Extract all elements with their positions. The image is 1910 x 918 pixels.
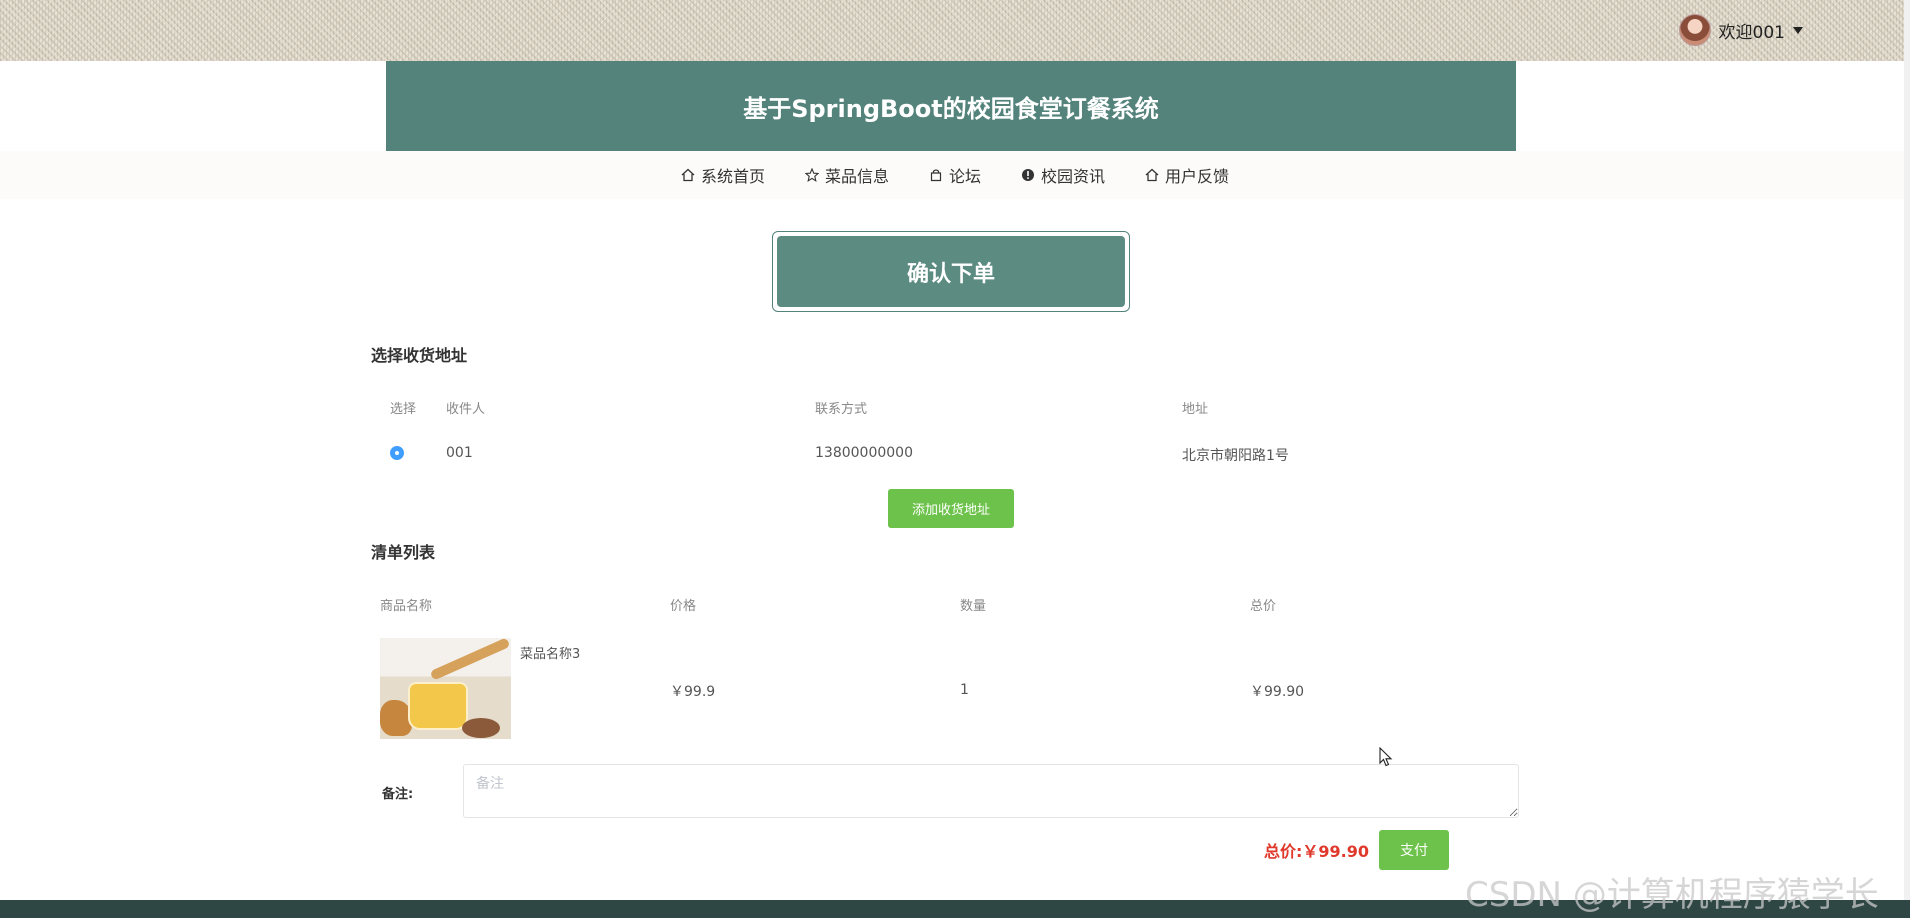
- nav-item-home[interactable]: 系统首页: [681, 163, 765, 187]
- nav-item-label: 系统首页: [700, 167, 765, 186]
- page-title-badge: 确认下单: [772, 231, 1130, 312]
- order-header-total: 总价: [1250, 599, 1277, 614]
- total-value: ￥99.90: [1302, 842, 1370, 861]
- address-header-select: 选择: [390, 402, 417, 417]
- nav-item-feedback[interactable]: 用户反馈: [1145, 163, 1229, 187]
- home-icon: [1145, 168, 1159, 182]
- total-label: 总价:: [1264, 842, 1303, 861]
- top-bar: [0, 0, 1910, 61]
- main-nav: 系统首页 菜品信息 论坛 校园资讯 用户反馈: [0, 151, 1910, 199]
- address-text: 北京市朝阳路1号: [1182, 448, 1289, 464]
- dish-image: [380, 638, 511, 739]
- user-menu[interactable]: 欢迎001: [1678, 13, 1803, 47]
- order-section-title: 清单列表: [371, 543, 436, 562]
- dish-quantity: 1: [960, 682, 969, 698]
- address-header-address: 地址: [1182, 402, 1209, 417]
- pay-button[interactable]: 支付: [1379, 830, 1449, 870]
- nav-item-forum[interactable]: 论坛: [929, 163, 981, 187]
- dish-name: 菜品名称3: [520, 647, 581, 662]
- nav-item-label: 论坛: [948, 167, 981, 186]
- mouse-cursor-icon: [1379, 747, 1393, 767]
- nav-item-news[interactable]: 校园资讯: [1021, 163, 1105, 187]
- address-radio[interactable]: [390, 446, 404, 460]
- site-banner: 基于SpringBoot的校园食堂订餐系统: [386, 61, 1516, 151]
- chevron-down-icon[interactable]: [1793, 26, 1803, 34]
- site-title: 基于SpringBoot的校园食堂订餐系统: [743, 94, 1159, 123]
- page-title: 确认下单: [777, 236, 1125, 307]
- nav-item-dishes[interactable]: 菜品信息: [804, 163, 889, 187]
- address-section-title: 选择收货地址: [371, 346, 468, 365]
- scrollbar[interactable]: [1904, 0, 1910, 900]
- home-icon: [681, 168, 695, 182]
- address-header-phone: 联系方式: [815, 402, 868, 417]
- add-address-button[interactable]: 添加收货地址: [888, 489, 1014, 528]
- nav-item-label: 菜品信息: [824, 167, 889, 186]
- star-icon: [804, 168, 819, 182]
- user-greeting[interactable]: 欢迎001: [1719, 18, 1785, 43]
- address-header-receiver: 收件人: [446, 402, 486, 417]
- address-receiver: 001: [446, 445, 473, 461]
- info-icon: [1022, 169, 1034, 181]
- watermark: CSDN @计算机程序猿学长: [1465, 875, 1879, 915]
- remark-label: 备注:: [382, 787, 414, 802]
- nav-item-label: 用户反馈: [1165, 167, 1230, 186]
- order-header-quantity: 数量: [960, 599, 987, 614]
- dish-total: ￥99.90: [1250, 684, 1305, 700]
- remark-input[interactable]: [463, 764, 1519, 818]
- avatar[interactable]: [1678, 14, 1711, 46]
- bag-icon: [930, 169, 942, 182]
- order-total: 总价:￥99.90: [1264, 838, 1369, 862]
- address-phone: 13800000000: [815, 445, 913, 461]
- nav-item-label: 校园资讯: [1041, 167, 1106, 186]
- order-header-name: 商品名称: [380, 599, 433, 614]
- order-header-price: 价格: [670, 599, 697, 614]
- dish-price: ￥99.9: [670, 684, 716, 700]
